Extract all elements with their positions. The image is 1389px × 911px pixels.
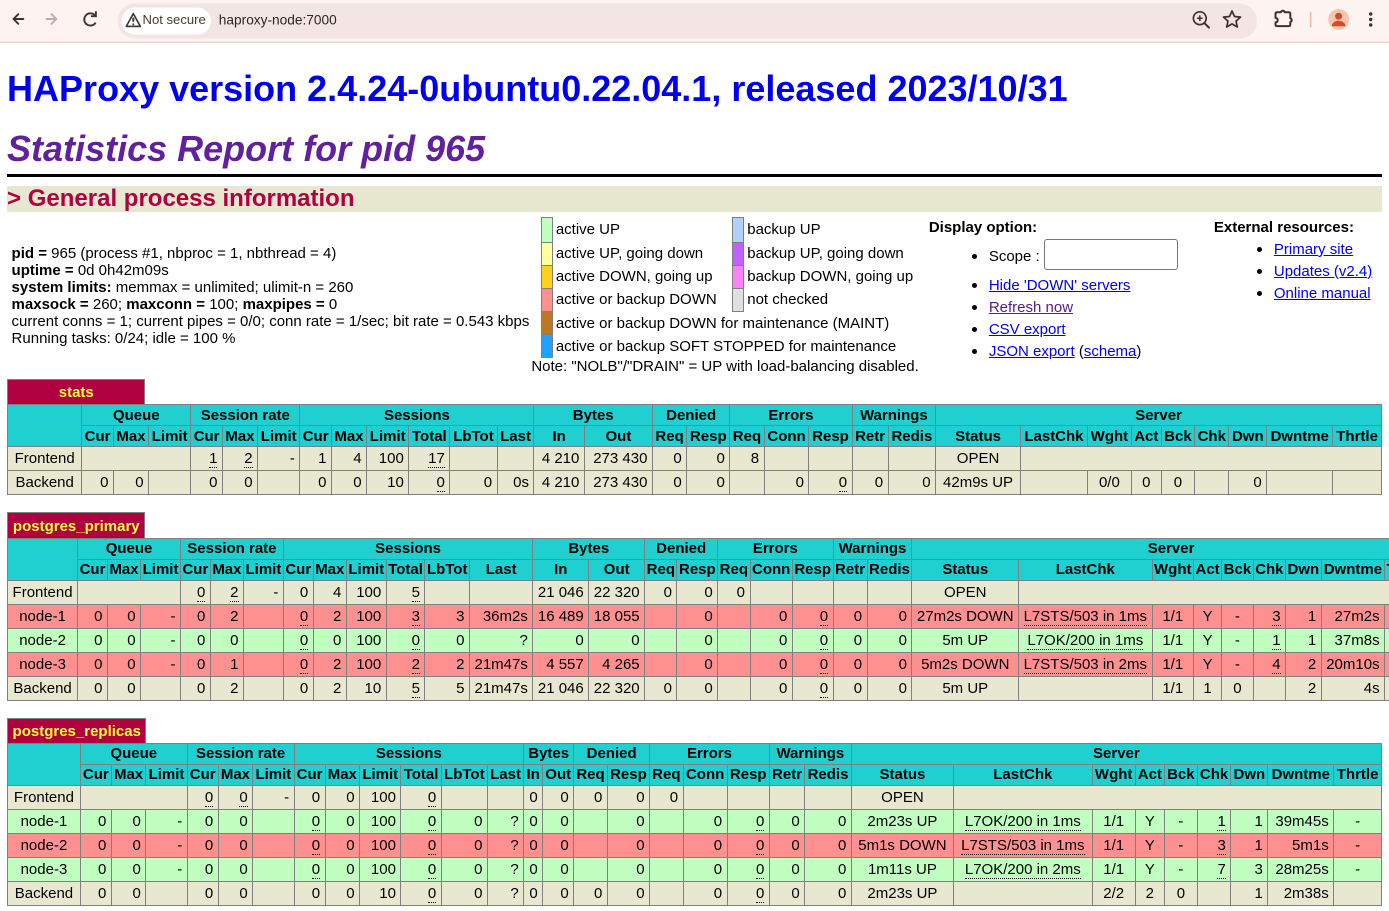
svg-text:haproxy-node:7000: haproxy-node:7000 bbox=[219, 12, 337, 27]
svg-text:Not secure: Not secure bbox=[143, 12, 206, 27]
